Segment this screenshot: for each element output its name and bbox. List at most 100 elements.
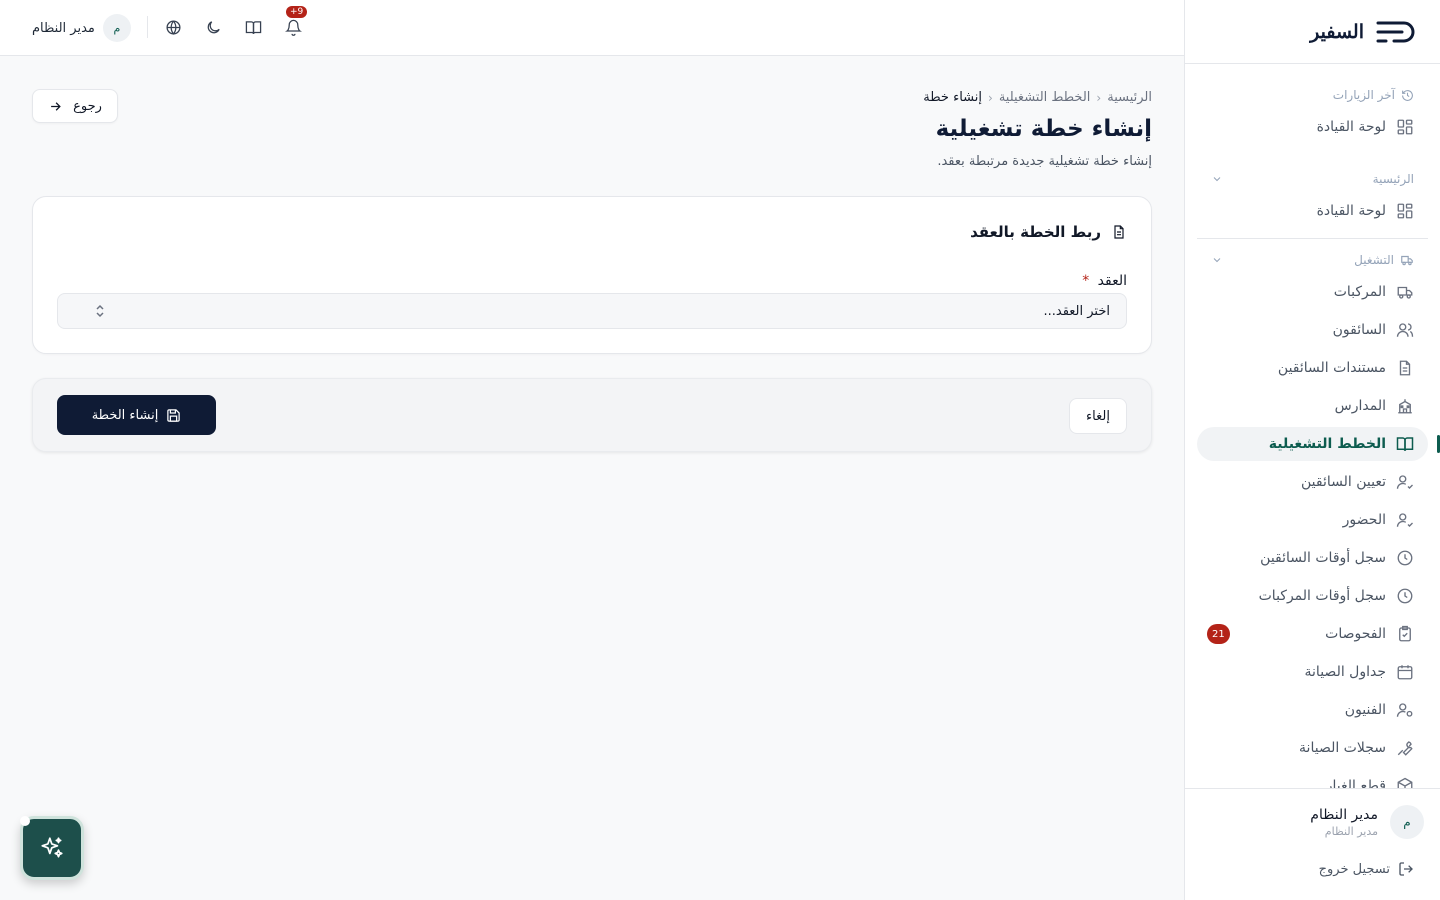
- contract-select-value: اختر العقد...: [1043, 303, 1110, 319]
- chevron-down-icon: [1211, 173, 1223, 185]
- package-icon: [1396, 777, 1414, 788]
- logout-button[interactable]: تسجيل خروج: [1201, 861, 1424, 877]
- section-recent-label: آخر الزيارات: [1332, 88, 1395, 102]
- logout-icon: [1398, 861, 1414, 877]
- language-button[interactable]: [160, 14, 186, 40]
- notification-badge: +9: [286, 6, 308, 18]
- user-cog-icon: [1396, 701, 1414, 719]
- sidebar-item-schools[interactable]: المدارس: [1197, 389, 1428, 423]
- sidebar-item-label: السائقون: [1332, 322, 1386, 338]
- sidebar-item-label: سجلات الصيانة: [1299, 740, 1386, 756]
- chevron-left-icon: ‹: [988, 90, 993, 105]
- sidebar-item-vehicles[interactable]: المركبات: [1197, 275, 1428, 309]
- user-role: مدير النظام: [1324, 824, 1378, 838]
- clock-icon: [1396, 549, 1414, 567]
- document-icon: [1111, 224, 1127, 240]
- sidebar-item-driver-assignment[interactable]: تعيين السائقين: [1197, 465, 1428, 499]
- book-open-icon: [245, 19, 262, 36]
- sidebar-item-maintenance-records[interactable]: سجلات الصيانة: [1197, 731, 1428, 765]
- contract-select[interactable]: اختر العقد...: [57, 293, 1127, 329]
- contract-label-text: العقد: [1097, 273, 1127, 289]
- topbar-user-name: مدير النظام: [32, 20, 95, 36]
- sidebar-item-vehicle-timesheets[interactable]: سجل أوقات المركبات: [1197, 579, 1428, 613]
- chevrons-up-down-icon: [94, 303, 106, 319]
- sidebar-item-label: سجل أوقات السائقين: [1260, 550, 1386, 566]
- save-icon: [166, 408, 181, 423]
- inspections-count-badge: 21: [1207, 624, 1230, 644]
- breadcrumb-plans[interactable]: الخطط التشغيلية: [999, 90, 1091, 105]
- brand[interactable]: السفير: [1185, 0, 1440, 64]
- bell-icon: [284, 19, 302, 36]
- sidebar-item-label: قطع الغيار: [1325, 778, 1386, 788]
- sidebar-item-label: الفحوصات: [1325, 626, 1386, 642]
- sidebar-item-dashboard[interactable]: لوحة القيادة: [1197, 194, 1428, 228]
- sidebar-item-maintenance-schedules[interactable]: جداول الصيانة: [1197, 655, 1428, 689]
- sidebar-item-label: سجل أوقات المركبات: [1258, 588, 1386, 604]
- sidebar-user[interactable]: م مدير النظام مدير النظام: [1201, 805, 1424, 839]
- cancel-label: إلغاء: [1086, 408, 1110, 424]
- sidebar-item-driver-timesheets[interactable]: سجل أوقات السائقين: [1197, 541, 1428, 575]
- breadcrumb-home[interactable]: الرئيسية: [1107, 90, 1152, 105]
- sidebar-item-recent-dashboard[interactable]: لوحة القيادة: [1197, 110, 1428, 144]
- user-name: مدير النظام: [1310, 806, 1378, 823]
- dashboard-icon: [1396, 202, 1414, 220]
- breadcrumb: الرئيسية ‹ الخطط التشغيلية ‹ إنشاء خطة: [923, 90, 1152, 105]
- sidebar-item-drivers[interactable]: السائقون: [1197, 313, 1428, 347]
- sidebar-item-inspections[interactable]: الفحوصات 21: [1197, 617, 1428, 651]
- moon-icon: [205, 19, 222, 36]
- sidebar-item-spare-parts[interactable]: قطع الغيار: [1197, 769, 1428, 788]
- create-plan-button[interactable]: إنشاء الخطة: [57, 395, 216, 435]
- theme-toggle-button[interactable]: [200, 14, 226, 40]
- user-check-icon: [1396, 473, 1414, 491]
- sidebar-item-technicians[interactable]: الفنيون: [1197, 693, 1428, 727]
- section-operations[interactable]: التشغيل: [1197, 249, 1428, 271]
- avatar: م: [1390, 805, 1424, 839]
- section-operations-label: التشغيل: [1354, 253, 1394, 267]
- user-check-icon: [1396, 511, 1414, 529]
- back-button[interactable]: رجوع: [32, 89, 118, 123]
- users-icon: [1396, 321, 1414, 339]
- book-open-icon: [1396, 435, 1414, 453]
- sidebar-item-attendance[interactable]: الحضور: [1197, 503, 1428, 537]
- brand-logo-icon: [1374, 17, 1420, 47]
- topbar-actions: +9: [160, 6, 308, 40]
- topbar-user-menu[interactable]: مدير النظام م: [32, 14, 131, 42]
- sidebar-item-driver-documents[interactable]: مستندات السائقين: [1197, 351, 1428, 385]
- contract-link-card: ربط الخطة بالعقد العقد * اختر العقد...: [32, 196, 1152, 354]
- docs-button[interactable]: [240, 14, 266, 40]
- avatar: م: [102, 14, 131, 42]
- page-subtitle: إنشاء خطة تشغيلية جديدة مرتبطة بعقد.: [937, 154, 1152, 169]
- sidebar-item-label: المدارس: [1334, 398, 1386, 414]
- divider: [1197, 238, 1428, 239]
- contract-field-label: العقد *: [1082, 273, 1127, 289]
- form-actions: إلغاء إنشاء الخطة: [32, 378, 1152, 452]
- calendar-icon: [1396, 663, 1414, 681]
- sidebar-item-operational-plans[interactable]: الخطط التشغيلية: [1197, 427, 1440, 461]
- sidebar-item-label: جداول الصيانة: [1304, 664, 1386, 680]
- truck-icon: [1400, 253, 1414, 267]
- school-icon: [1396, 397, 1414, 415]
- sidebar-item-label: الحضور: [1342, 512, 1386, 528]
- ai-assistant-button[interactable]: [20, 816, 84, 880]
- breadcrumb-current: إنشاء خطة: [923, 90, 982, 105]
- cancel-button[interactable]: إلغاء: [1069, 398, 1127, 434]
- clock-icon: [1396, 587, 1414, 605]
- section-main-label: الرئيسية: [1372, 172, 1414, 186]
- sidebar-item-label: الفنيون: [1344, 702, 1386, 718]
- sidebar-nav: آخر الزيارات لوحة القيادة الرئيسية لوحة …: [1185, 64, 1440, 788]
- dashboard-icon: [1396, 118, 1414, 136]
- chevron-down-icon: [1211, 254, 1223, 266]
- wrench-icon: [1396, 739, 1414, 757]
- document-icon: [1396, 359, 1414, 377]
- chevron-left-icon: ‹: [1096, 90, 1102, 105]
- section-main[interactable]: الرئيسية: [1197, 168, 1428, 190]
- arrow-right-icon: [48, 99, 63, 114]
- truck-icon: [1396, 283, 1414, 301]
- page-title: إنشاء خطة تشغيلية: [935, 116, 1152, 142]
- notifications-button[interactable]: +9: [280, 6, 308, 40]
- sidebar: السفير آخر الزيارات لوحة القيادة الرئيسي…: [1184, 0, 1440, 900]
- sidebar-item-label: لوحة القيادة: [1316, 119, 1386, 135]
- logout-label: تسجيل خروج: [1318, 861, 1390, 877]
- sidebar-item-label: لوحة القيادة: [1316, 203, 1386, 219]
- topbar: مدير النظام م +9: [0, 0, 1184, 56]
